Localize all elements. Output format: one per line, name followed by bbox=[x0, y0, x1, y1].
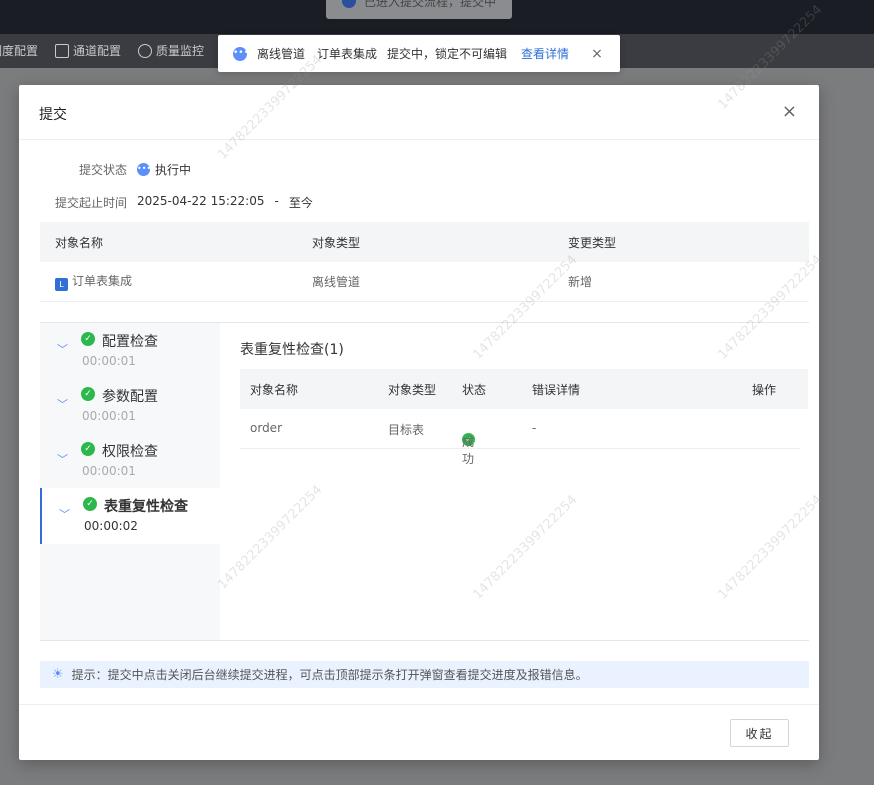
error-detail-cell: - bbox=[532, 421, 537, 435]
notice-close-icon[interactable]: × bbox=[591, 46, 603, 62]
column-header: 状态 bbox=[462, 383, 487, 397]
table-row: order 目标表 ✓ 成功 - bbox=[240, 409, 800, 466]
notice-type: 离线管道 bbox=[257, 47, 306, 61]
table-header: 对象名称 对象类型 状态 错误详情 操作 bbox=[240, 369, 808, 409]
success-check-icon: ✓ bbox=[83, 497, 97, 511]
nav-item-channel[interactable]: 通道配置 bbox=[55, 42, 121, 59]
nav-item-schedule[interactable]: 调度配置 bbox=[0, 42, 38, 59]
step-item-active[interactable]: ﹀ ✓ 表重复性检查 00:00:02 bbox=[40, 488, 220, 544]
column-header: 对象类型 bbox=[312, 235, 361, 250]
top-toast-text: 已进入提交流程，提交中 bbox=[364, 0, 497, 9]
divider bbox=[40, 640, 809, 641]
chevron-down-icon: ﹀ bbox=[57, 453, 68, 466]
submit-modal: 提交 × 提交状态 ••• 执行中 提交起止时间 2025-04-22 15:2… bbox=[19, 85, 819, 760]
column-header: 对象名称 bbox=[250, 383, 299, 397]
object-name-cell: L 订单表集成 bbox=[55, 272, 132, 291]
quality-icon bbox=[138, 43, 152, 58]
step-name: 配置检查 bbox=[102, 334, 158, 350]
column-header: 变更类型 bbox=[568, 235, 617, 250]
top-toast: 已进入提交流程，提交中 bbox=[326, 0, 512, 19]
info-icon bbox=[342, 0, 356, 8]
modal-footer-divider bbox=[19, 704, 819, 705]
success-check-icon: ✓ bbox=[81, 332, 95, 346]
view-details-link[interactable]: 查看详情 bbox=[521, 45, 569, 62]
step-time: 00:00:01 bbox=[82, 464, 136, 478]
column-header: 错误详情 bbox=[532, 383, 581, 397]
column-header: 对象名称 bbox=[55, 235, 104, 250]
time-separator: - bbox=[274, 194, 279, 208]
object-name-cell: order bbox=[250, 421, 282, 435]
step-list: ﹀ ✓ 配置检查 00:00:01 ﹀ ✓ 参数配置 00:00:01 ﹀ ✓ … bbox=[40, 323, 220, 640]
step-time: 00:00:01 bbox=[82, 409, 136, 423]
object-type-cell: 目标表 bbox=[388, 423, 425, 437]
table-row: L 订单表集成 离线管道 新增 bbox=[40, 262, 809, 302]
status-value: 执行中 bbox=[155, 163, 192, 177]
object-type-cell: 离线管道 bbox=[312, 275, 361, 289]
column-header: 对象类型 bbox=[388, 383, 437, 397]
chevron-down-icon: ﹀ bbox=[57, 343, 68, 356]
nav-item-label: 调度配置 bbox=[0, 44, 39, 58]
nav-item-label: 质量监控 bbox=[156, 44, 205, 58]
status-label: 提交状态 bbox=[79, 163, 128, 177]
submit-time-row: 提交起止时间 2025-04-22 15:22:05 - 至今 bbox=[55, 194, 313, 211]
time-end: 至今 bbox=[288, 196, 313, 210]
time-start: 2025-04-22 15:22:05 bbox=[137, 194, 265, 208]
running-icon: ••• bbox=[137, 163, 151, 176]
step-item[interactable]: ﹀ ✓ 权限检查 00:00:01 bbox=[40, 433, 220, 488]
step-item[interactable]: ﹀ ✓ 参数配置 00:00:01 bbox=[40, 378, 220, 433]
tip-banner: ☀ 提示：提交中点击关闭后台继续提交进程，可点击顶部提示条打开弹窗查看提交进度及… bbox=[40, 661, 809, 688]
notice-name: 订单表集成 bbox=[317, 47, 378, 61]
submit-notice: ••• 离线管道 订单表集成 提交中，锁定不可编辑 查看详情 × bbox=[218, 35, 620, 72]
step-name: 参数配置 bbox=[102, 389, 158, 405]
chevron-down-icon: ﹀ bbox=[57, 398, 68, 411]
close-icon[interactable]: × bbox=[782, 101, 797, 122]
step-name: 表重复性检查 bbox=[104, 499, 188, 515]
table-header: 对象名称 对象类型 变更类型 bbox=[40, 222, 809, 262]
chevron-down-icon: ﹀ bbox=[59, 508, 70, 521]
step-item[interactable]: ﹀ ✓ 配置检查 00:00:01 bbox=[40, 323, 220, 378]
check-panel-title: 表重复性检查(1) bbox=[240, 342, 344, 358]
change-type-cell: 新增 bbox=[568, 275, 593, 289]
submit-status-row: 提交状态 ••• 执行中 bbox=[79, 161, 191, 178]
tip-text: 提示：提交中点击关闭后台继续提交进程，可点击顶部提示条打开弹窗查看提交进度及报错… bbox=[71, 668, 588, 682]
check-table: 对象名称 对象类型 状态 错误详情 操作 order 目标表 ✓ 成功 - bbox=[240, 369, 808, 466]
column-header: 操作 bbox=[752, 383, 777, 397]
object-table: 对象名称 对象类型 变更类型 L 订单表集成 离线管道 新增 bbox=[40, 222, 809, 302]
status-text: 成功 bbox=[462, 435, 475, 466]
nav-item-quality[interactable]: 质量监控 bbox=[138, 42, 204, 59]
channel-icon bbox=[55, 43, 69, 58]
lightbulb-icon: ☀ bbox=[52, 667, 64, 682]
pipeline-icon: L bbox=[55, 278, 68, 291]
step-name: 权限检查 bbox=[102, 444, 158, 460]
collapse-button[interactable]: 收起 bbox=[730, 719, 789, 747]
success-check-icon: ✓ bbox=[81, 442, 95, 456]
more-icon: ••• bbox=[233, 46, 249, 61]
notice-message: 提交中，锁定不可编辑 bbox=[387, 47, 508, 61]
nav-item-label: 通道配置 bbox=[73, 44, 122, 58]
modal-title: 提交 bbox=[39, 107, 67, 123]
step-time: 00:00:02 bbox=[84, 519, 138, 533]
object-name: 订单表集成 bbox=[72, 274, 133, 288]
step-time: 00:00:01 bbox=[82, 354, 136, 368]
time-label: 提交起止时间 bbox=[55, 196, 128, 210]
success-check-icon: ✓ bbox=[81, 387, 95, 401]
modal-header: 提交 × bbox=[19, 85, 819, 140]
